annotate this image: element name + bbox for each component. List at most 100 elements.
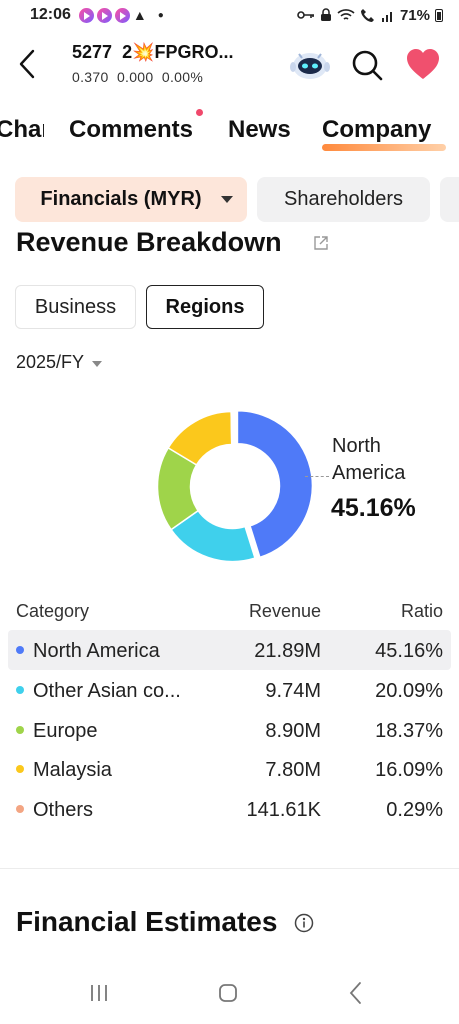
tab-company-label: Company (322, 116, 432, 143)
chevron-left-icon (19, 49, 35, 79)
battery-icon (435, 8, 443, 22)
tab-company[interactable]: Company (322, 116, 431, 144)
back-button[interactable] (12, 44, 42, 84)
back-icon (349, 982, 361, 1004)
table-row[interactable]: Malaysia 7.80M 16.09% (8, 749, 451, 789)
table-row[interactable]: Europe 8.90M 18.37% (8, 710, 451, 750)
signal-icon (381, 11, 392, 22)
home-button[interactable] (217, 982, 239, 1004)
next-subtab[interactable] (440, 177, 459, 222)
row-ratio: 45.16% (375, 640, 443, 662)
system-nav-bar (0, 968, 459, 1024)
row-category: Europe (33, 720, 98, 742)
home-icon (219, 984, 237, 1002)
row-revenue: 7.80M (265, 759, 321, 781)
share-icon (314, 236, 328, 250)
section-title: Revenue Breakdown (16, 227, 282, 257)
shareholders-label: Shareholders (284, 188, 403, 210)
key-icon (297, 11, 314, 19)
period-value: 2025/FY (16, 352, 85, 372)
segment-regions-label: Regions (165, 295, 245, 318)
media-app-icon (96, 7, 112, 23)
donut-slice-north-america[interactable] (236, 409, 314, 559)
stock-code: 5277 (72, 42, 113, 62)
burst-emoji: 💥 (132, 42, 155, 62)
tab-comments-label: Comments (69, 116, 194, 143)
caret-down-icon (92, 360, 103, 367)
table-row[interactable]: Other Asian co... 9.74M 20.09% (8, 670, 451, 710)
revenue-donut-chart[interactable] (150, 404, 315, 569)
stock-header: 5277 2💥FPGRO... 0.370 0.000 0.00% (0, 38, 459, 98)
table-row[interactable]: North America 21.89M 45.16% (8, 630, 451, 670)
stock-name-prefix: 2 (122, 42, 133, 62)
row-revenue: 9.74M (265, 680, 321, 702)
robot-assistant-button[interactable] (289, 46, 331, 82)
callout-percentage: 45.16% (331, 494, 416, 522)
stock-change-pct: 0.00% (161, 69, 204, 85)
search-button[interactable] (350, 48, 384, 82)
segment-regions[interactable]: Regions (146, 285, 264, 329)
row-category: Malaysia (33, 759, 112, 781)
status-bar: 12:06 ▲ ● 71% (0, 0, 459, 30)
lock-icon (320, 8, 331, 21)
search-icon (352, 50, 383, 81)
stock-change: 0.000 (116, 69, 154, 85)
info-button[interactable] (294, 913, 314, 933)
row-category: Other Asian co... (33, 680, 181, 702)
row-ratio: 16.09% (375, 759, 443, 781)
row-ratio: 0.29% (386, 799, 443, 821)
legend-dot (16, 726, 24, 734)
tab-chart[interactable]: Chart (0, 116, 44, 144)
financials-label: Financials (MYR) (40, 188, 202, 210)
system-back-button[interactable] (345, 980, 367, 1006)
robot-assistant-icon (290, 53, 330, 79)
notification-icons: ▲ ● (78, 7, 164, 23)
tab-comments[interactable]: Comments (69, 116, 193, 144)
estimates-title: Financial Estimates (16, 906, 278, 937)
donut-slice-others[interactable] (230, 410, 234, 446)
recents-button[interactable] (88, 982, 110, 1004)
segment-business-label: Business (34, 295, 117, 318)
table-row[interactable]: Others 141.61K 0.29% (8, 789, 451, 829)
stock-title-block: 5277 2💥FPGRO... 0.370 0.000 0.00% (72, 42, 272, 85)
main-tabs: Chart Comments News Company (0, 108, 459, 158)
row-ratio: 20.09% (375, 680, 443, 702)
financials-dropdown[interactable]: Financials (MYR) (15, 177, 247, 222)
media-app-icon (114, 7, 130, 23)
tab-news[interactable]: News (228, 116, 291, 144)
legend-dot (16, 765, 24, 773)
header-category: Category (16, 601, 90, 621)
active-tab-indicator (322, 144, 446, 151)
caret-down-icon (221, 196, 233, 203)
stock-price: 0.370 (72, 69, 109, 85)
callout-label: North America (332, 435, 406, 484)
warning-icon: ▲ (132, 7, 147, 23)
favorite-button[interactable] (405, 47, 441, 81)
media-app-icon (78, 7, 94, 23)
battery-level: 71% (399, 6, 430, 24)
legend-dot (16, 805, 24, 813)
dot-icon: ● (157, 9, 164, 21)
stock-title: 5277 2💥FPGRO... (72, 42, 272, 63)
info-icon (294, 913, 314, 933)
callout-leader-line (305, 476, 329, 477)
row-revenue: 21.89M (254, 640, 321, 662)
share-button[interactable] (313, 235, 329, 251)
call-icon (360, 9, 374, 22)
period-selector[interactable]: 2025/FY (16, 352, 103, 373)
row-revenue: 8.90M (265, 720, 321, 742)
shareholders-tab[interactable]: Shareholders (257, 177, 430, 222)
stock-name: FPGRO... (154, 42, 234, 62)
header-revenue: Revenue (248, 601, 321, 621)
segment-business[interactable]: Business (15, 285, 136, 329)
tab-news-label: News (228, 116, 291, 143)
header-ratio: Ratio (400, 601, 443, 621)
heart-shape (407, 49, 439, 79)
system-icons: 71% (297, 7, 443, 24)
legend-dot (16, 646, 24, 654)
revenue-table: Category Revenue Ratio North America 21.… (0, 598, 459, 821)
table-header: Category Revenue Ratio (0, 598, 459, 628)
section-divider (0, 868, 459, 869)
row-revenue: 141.61K (246, 799, 321, 821)
sub-tabs: Financials (MYR) Shareholders (0, 177, 459, 223)
